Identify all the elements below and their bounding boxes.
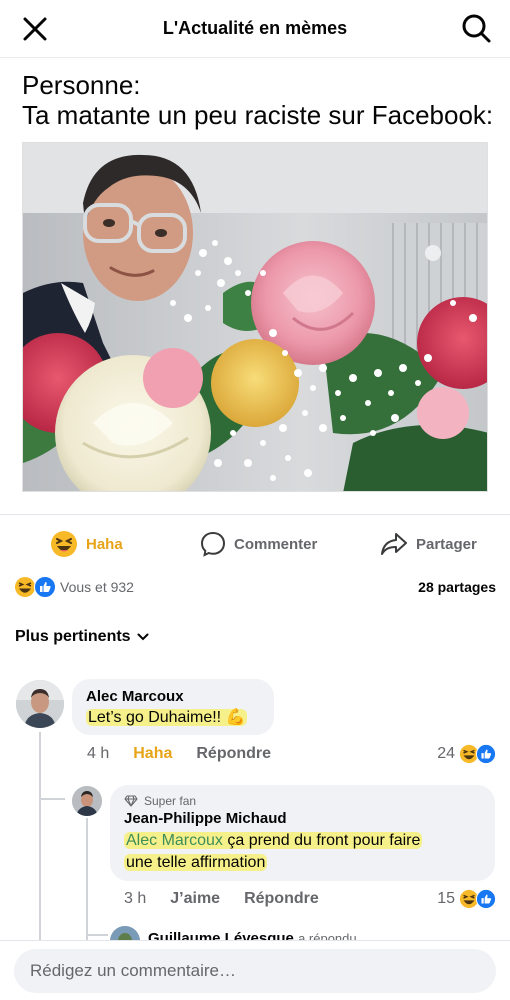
comment-text: Let’s go Duhaime!! 💪 — [86, 709, 248, 726]
divider — [0, 514, 510, 515]
sort-label: Plus pertinents — [15, 628, 131, 645]
chevron-down-icon — [137, 633, 149, 641]
haha-reaction-button[interactable]: Haha — [50, 528, 123, 560]
post-caption: Personne: Ta matante un peu raciste sur … — [22, 70, 502, 130]
post-photo[interactable] — [22, 142, 488, 492]
comment-text: Alec Marcoux ça prend du front pour fair… — [124, 830, 481, 874]
comment-meta: 3 h J’aime Répondre — [124, 890, 343, 908]
reactions-summary[interactable]: Vous et 932 28 partages — [14, 575, 496, 601]
avatar[interactable] — [16, 680, 64, 728]
haha-emoji-icon — [51, 531, 77, 557]
comment-text-part: une telle affirmation — [124, 854, 268, 871]
haha-emoji-icon — [15, 577, 35, 597]
thread-line — [86, 934, 108, 936]
like-link[interactable]: J’aime — [170, 890, 220, 908]
share-button[interactable]: Partager — [380, 528, 477, 560]
avatar[interactable] — [72, 786, 102, 816]
like-thumb-icon — [476, 889, 496, 909]
mention-link[interactable]: Alec Marcoux — [126, 832, 223, 849]
comment-time: 3 h — [124, 890, 147, 907]
user-photo-icon — [16, 680, 64, 728]
super-fan-badge: Super fan — [124, 794, 481, 808]
comment-reaction-count: 24 — [437, 745, 455, 762]
caption-line-2: Ta matante un peu raciste sur Facebook: — [22, 100, 494, 130]
search-icon[interactable] — [460, 12, 492, 44]
comment-time: 4 h — [87, 745, 110, 762]
comment-button[interactable]: Commenter — [200, 528, 317, 560]
comment-text-part: ça prend du front pour faire — [222, 832, 421, 849]
comment-reactions[interactable]: 24 — [437, 744, 496, 764]
like-thumb-icon — [34, 576, 56, 598]
share-count[interactable]: 28 partages — [418, 579, 496, 595]
like-thumb-icon — [476, 744, 496, 764]
comment-author[interactable]: Jean-Philippe Michaud — [124, 810, 481, 827]
haha-label: Haha — [86, 535, 123, 553]
reply-link[interactable]: Répondre — [196, 745, 271, 763]
share-label: Partager — [416, 535, 477, 553]
reaction-count: Vous et 932 — [60, 579, 134, 595]
comment-label: Commenter — [234, 535, 318, 553]
caption-line-1: Personne: — [22, 70, 141, 100]
comment-bubble[interactable]: Alec Marcoux Let’s go Duhaime!! 💪 — [72, 679, 274, 735]
diamond-icon — [124, 795, 138, 807]
share-arrow-icon — [381, 533, 407, 555]
comment-reaction-count: 15 — [437, 890, 455, 907]
thread-line — [39, 798, 65, 800]
comment-bubble-icon — [200, 531, 226, 557]
reaction-icons — [14, 576, 56, 598]
post-action-bar: Haha Commenter Partager — [0, 522, 510, 566]
haha-reaction-link[interactable]: Haha — [133, 745, 172, 763]
selfie-with-flowers-image — [23, 143, 487, 491]
thread-line — [39, 732, 41, 942]
thread-line — [86, 818, 88, 942]
comment-composer — [0, 940, 510, 1000]
comment-author[interactable]: Alec Marcoux — [86, 688, 260, 705]
page-title: L'Actualité en mèmes — [162, 18, 348, 38]
comment-sort-dropdown[interactable]: Plus pertinents — [15, 628, 149, 646]
top-bar: L'Actualité en mèmes — [0, 0, 510, 58]
reply-link[interactable]: Répondre — [244, 890, 319, 908]
user-photo-icon — [72, 786, 102, 816]
badge-label: Super fan — [144, 794, 197, 808]
comment-bubble[interactable]: Super fan Jean-Philippe Michaud Alec Mar… — [110, 785, 495, 881]
comment-meta: 4 h Haha Répondre — [87, 745, 295, 763]
comment-reactions[interactable]: 15 — [437, 889, 496, 909]
comment-input[interactable] — [14, 949, 496, 993]
